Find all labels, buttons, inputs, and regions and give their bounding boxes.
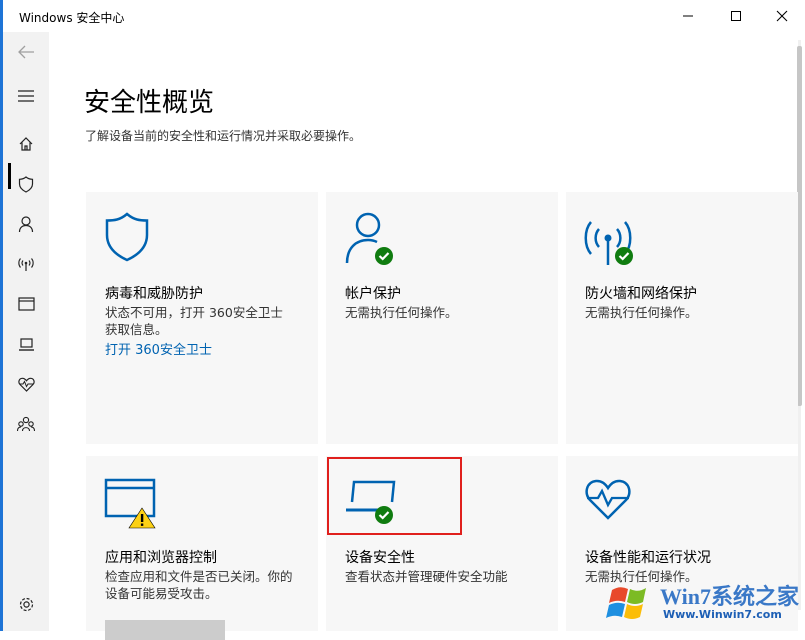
close-icon bbox=[776, 10, 788, 22]
close-button[interactable] bbox=[759, 0, 805, 32]
tile-description: 无需执行任何操作。 bbox=[585, 305, 698, 320]
nav-virus-protection[interactable] bbox=[3, 164, 49, 204]
shield-icon bbox=[105, 212, 149, 262]
back-button[interactable] bbox=[3, 32, 49, 72]
watermark: Win7系统之家 Www.Winwin7.com bbox=[606, 576, 802, 628]
tile-title: 帐户保护 bbox=[345, 286, 401, 302]
browser-warning-icon bbox=[104, 478, 156, 529]
family-icon bbox=[17, 416, 35, 432]
maximize-icon bbox=[731, 11, 741, 21]
page-title: 安全性概览 bbox=[84, 88, 215, 118]
open-360-link[interactable]: 打开 360安全卫士 bbox=[105, 339, 212, 358]
watermark-title: Win7系统之家 bbox=[660, 584, 799, 609]
tile-description: 无需执行任何操作。 bbox=[345, 305, 458, 320]
maximize-button[interactable] bbox=[713, 0, 759, 32]
tile-title: 病毒和威胁防护 bbox=[105, 286, 203, 302]
window-title: Windows 安全中心 bbox=[19, 11, 125, 25]
nav-account-protection[interactable] bbox=[3, 204, 49, 244]
nav-device-security[interactable] bbox=[3, 324, 49, 364]
antenna-check-icon bbox=[584, 221, 633, 265]
nav-settings[interactable] bbox=[3, 584, 49, 624]
sidebar bbox=[3, 32, 49, 631]
shield-icon bbox=[18, 175, 34, 193]
tile-action-button[interactable] bbox=[105, 620, 225, 640]
hamburger-icon bbox=[18, 90, 34, 102]
tile-description: 查看状态并管理硬件安全功能 bbox=[345, 569, 508, 584]
windows-logo-icon bbox=[606, 587, 646, 619]
menu-button[interactable] bbox=[3, 76, 49, 116]
tile-app-browser-control[interactable]: 应用和浏览器控制 检查应用和文件是否已关闭。你的设备可能易受攻击。 bbox=[86, 456, 318, 640]
nav-family-options[interactable] bbox=[3, 404, 49, 444]
minimize-icon bbox=[683, 15, 693, 17]
home-icon bbox=[19, 137, 33, 151]
browser-window-icon bbox=[17, 297, 35, 311]
tile-virus-protection[interactable]: 病毒和威胁防护 状态不可用，打开 360安全卫士获取信息。 打开 360安全卫士 bbox=[86, 192, 318, 444]
heart-pulse-icon bbox=[585, 479, 631, 520]
back-arrow-icon bbox=[18, 45, 34, 59]
nav-app-browser[interactable] bbox=[3, 284, 49, 324]
tile-title: 防火墙和网络保护 bbox=[585, 286, 697, 302]
person-icon bbox=[18, 215, 34, 232]
antenna-icon bbox=[18, 258, 34, 271]
nav-device-performance[interactable] bbox=[3, 364, 49, 404]
person-check-icon bbox=[345, 212, 393, 265]
nav-firewall[interactable] bbox=[3, 244, 49, 284]
tile-description: 状态不可用，打开 360安全卫士获取信息。 bbox=[105, 305, 283, 337]
nav-home[interactable] bbox=[3, 124, 49, 164]
tile-title: 设备性能和运行状况 bbox=[585, 550, 711, 566]
minimize-button[interactable] bbox=[665, 0, 711, 32]
watermark-url: Www.Winwin7.com bbox=[663, 608, 782, 621]
tile-account-protection[interactable]: 帐户保护 无需执行任何操作。 bbox=[326, 192, 558, 444]
heart-pulse-icon bbox=[17, 377, 35, 392]
tile-title: 设备安全性 bbox=[345, 550, 415, 566]
tile-title: 应用和浏览器控制 bbox=[105, 550, 217, 566]
tile-firewall[interactable]: 防火墙和网络保护 无需执行任何操作。 bbox=[566, 192, 798, 444]
gear-icon bbox=[19, 597, 33, 611]
laptop-icon bbox=[18, 337, 34, 351]
highlight-box bbox=[327, 457, 462, 535]
tile-description: 检查应用和文件是否已关闭。你的设备可能易受攻击。 bbox=[105, 569, 293, 601]
page-subtitle: 了解设备当前的安全性和运行情况并采取必要操作。 bbox=[85, 129, 362, 143]
title-bar: Windows 安全中心 bbox=[3, 0, 805, 32]
